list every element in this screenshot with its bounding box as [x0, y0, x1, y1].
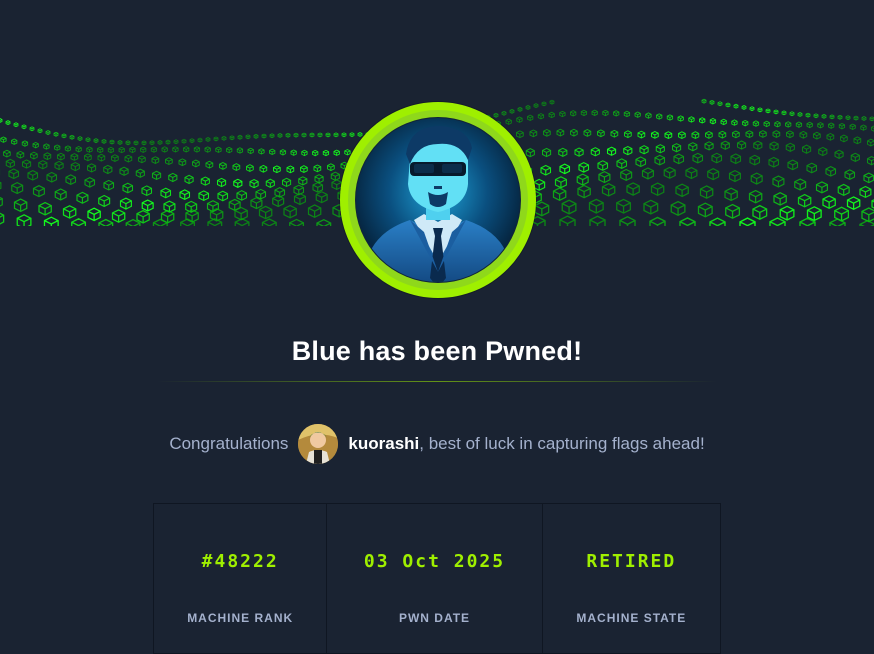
pwn-date-value: 03 Oct 2025 — [363, 551, 506, 572]
stat-machine-state: RETIRED MACHINE STATE — [542, 504, 720, 653]
title-divider — [157, 381, 717, 382]
stat-pwn-date: 03 Oct 2025 PWN DATE — [327, 504, 543, 653]
agent-with-sunglasses-avatar-icon — [348, 110, 528, 290]
pwned-page: Blue has been Pwned! Congratulations kuo… — [0, 0, 874, 654]
machine-rank-label: MACHINE RANK — [187, 611, 294, 625]
congrats-suffix: , best of luck in capturing flags ahead! — [419, 434, 705, 453]
machine-state-label: MACHINE STATE — [576, 611, 687, 625]
machine-avatar — [340, 102, 536, 298]
user-avatar-icon — [298, 424, 339, 464]
stat-machine-rank: #48222 MACHINE RANK — [154, 504, 328, 653]
congrats-prefix: Congratulations — [169, 434, 289, 453]
pwn-date-label: PWN DATE — [398, 611, 471, 625]
stats-panel: #48222 MACHINE RANK 03 Oct 2025 PWN DATE… — [153, 503, 721, 654]
congrats-message: Congratulations kuorashi , best of luck … — [0, 424, 874, 464]
machine-rank-value: #48222 — [201, 551, 279, 572]
machine-state-value: RETIRED — [586, 551, 677, 572]
user-avatar[interactable] — [298, 424, 339, 464]
username-link[interactable]: kuorashi — [348, 434, 419, 454]
pwned-title: Blue has been Pwned! — [291, 336, 583, 366]
